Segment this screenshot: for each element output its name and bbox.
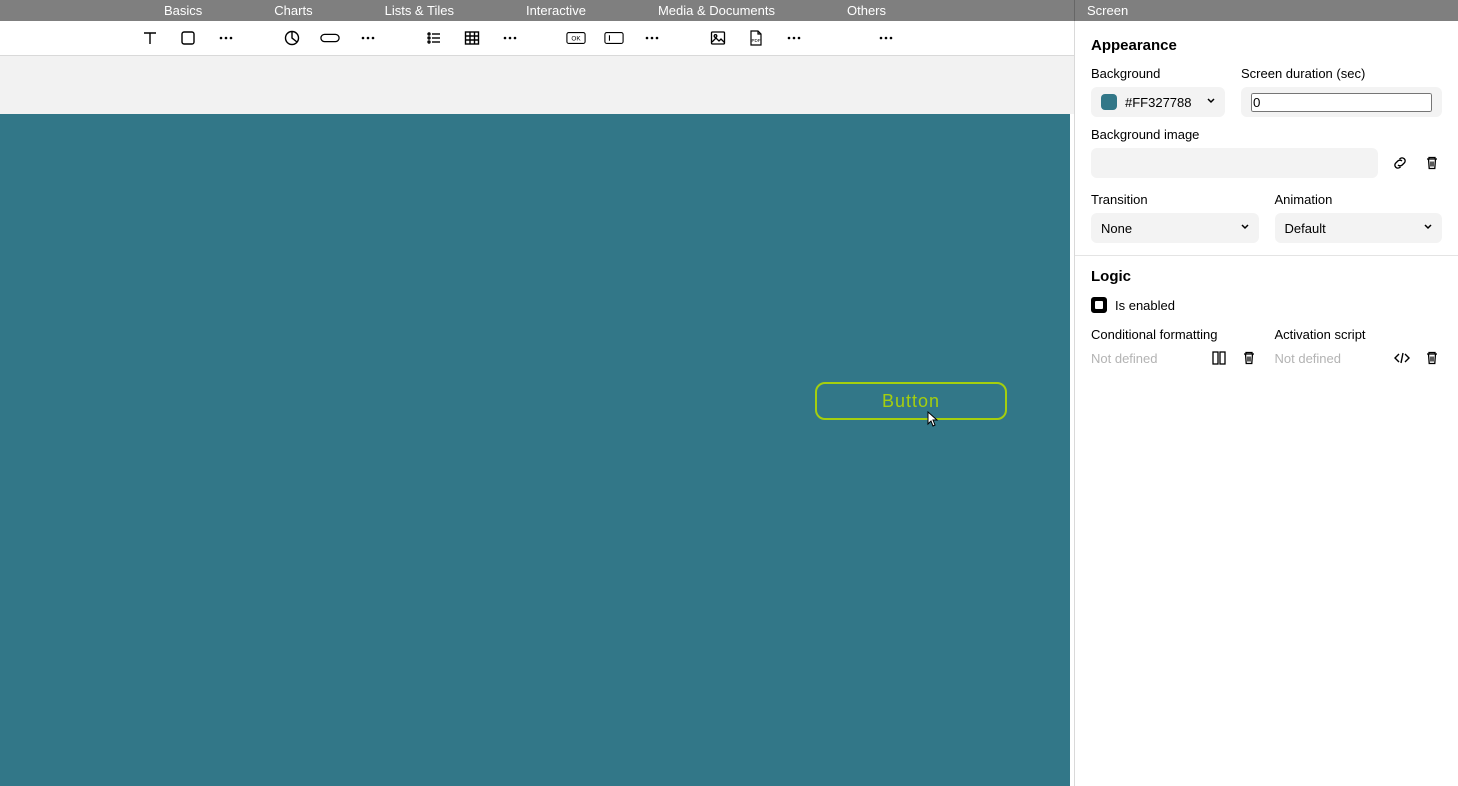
chevron-down-icon (1239, 221, 1251, 236)
duration-field[interactable] (1241, 87, 1442, 117)
trash-icon[interactable] (1422, 153, 1442, 173)
activation-script-value: Not defined (1275, 351, 1383, 366)
bgimage-label: Background image (1091, 127, 1442, 142)
section-logic-title: Logic (1091, 268, 1442, 285)
menu-others[interactable]: Others (847, 3, 886, 18)
pie-chart-icon[interactable] (282, 28, 302, 48)
design-canvas[interactable]: Button (0, 114, 1070, 786)
background-color-value: #FF327788 (1125, 95, 1192, 110)
section-appearance-title: Appearance (1091, 37, 1442, 54)
animation-label: Animation (1275, 192, 1443, 207)
animation-field[interactable]: Default (1275, 213, 1443, 243)
panel-tab-screen[interactable]: Screen (1087, 3, 1128, 18)
top-menubar: Basics Charts Lists & Tiles Interactive … (0, 0, 1074, 21)
text-tool-icon[interactable] (140, 28, 160, 48)
panel-tab-bar: Screen (1074, 0, 1458, 21)
menu-media-documents[interactable]: Media & Documents (658, 3, 775, 18)
activation-script-label: Activation script (1275, 327, 1443, 342)
panel-divider (1075, 255, 1458, 256)
tool-group-others (876, 28, 896, 48)
tool-group-charts (282, 28, 378, 48)
table-icon[interactable] (462, 28, 482, 48)
background-label: Background (1091, 66, 1225, 81)
menu-interactive[interactable]: Interactive (526, 3, 586, 18)
trash-icon[interactable] (1422, 348, 1442, 368)
menu-basics[interactable]: Basics (164, 3, 202, 18)
chevron-down-icon (1205, 95, 1217, 110)
list-icon[interactable] (424, 28, 444, 48)
image-icon[interactable] (708, 28, 728, 48)
tool-group-basics (140, 28, 236, 48)
conditional-formatting-value: Not defined (1091, 351, 1199, 366)
properties-panel: Appearance Background #FF327788 Screen d… (1074, 21, 1458, 786)
more-others-icon[interactable] (876, 28, 896, 48)
more-interactive-icon[interactable] (642, 28, 662, 48)
code-icon[interactable] (1392, 348, 1412, 368)
more-charts-icon[interactable] (358, 28, 378, 48)
more-media-icon[interactable] (784, 28, 804, 48)
animation-value: Default (1285, 221, 1326, 236)
tool-group-interactive: OK (566, 28, 662, 48)
menu-charts[interactable]: Charts (274, 3, 312, 18)
transition-value: None (1101, 221, 1132, 236)
background-color-swatch (1101, 94, 1117, 110)
transition-field[interactable]: None (1091, 213, 1259, 243)
svg-text:OK: OK (571, 36, 581, 43)
chevron-down-icon (1422, 221, 1434, 236)
edit-formatting-icon[interactable] (1209, 348, 1229, 368)
menu-lists-tiles[interactable]: Lists & Tiles (385, 3, 454, 18)
conditional-formatting-label: Conditional formatting (1091, 327, 1259, 342)
is-enabled-label: Is enabled (1115, 298, 1175, 313)
canvas-button-label: Button (882, 391, 940, 412)
tool-group-lists (424, 28, 520, 48)
ok-button-icon[interactable]: OK (566, 28, 586, 48)
background-color-field[interactable]: #FF327788 (1091, 87, 1225, 117)
tool-group-media: PDF (708, 28, 804, 48)
canvas-header-strip (0, 56, 1074, 114)
is-enabled-checkbox[interactable] (1091, 297, 1107, 313)
toolbar: OK PDF (0, 21, 1074, 56)
more-basics-icon[interactable] (216, 28, 236, 48)
shape-tool-icon[interactable] (178, 28, 198, 48)
svg-text:PDF: PDF (752, 38, 761, 43)
canvas-button-element[interactable]: Button (815, 382, 1007, 420)
pdf-icon[interactable]: PDF (746, 28, 766, 48)
duration-label: Screen duration (sec) (1241, 66, 1442, 81)
input-field-icon[interactable] (604, 28, 624, 48)
pill-button-icon[interactable] (320, 28, 340, 48)
transition-label: Transition (1091, 192, 1259, 207)
more-lists-icon[interactable] (500, 28, 520, 48)
duration-input[interactable] (1251, 93, 1432, 112)
trash-icon[interactable] (1239, 348, 1259, 368)
link-icon[interactable] (1390, 153, 1410, 173)
bgimage-field[interactable] (1091, 148, 1378, 178)
